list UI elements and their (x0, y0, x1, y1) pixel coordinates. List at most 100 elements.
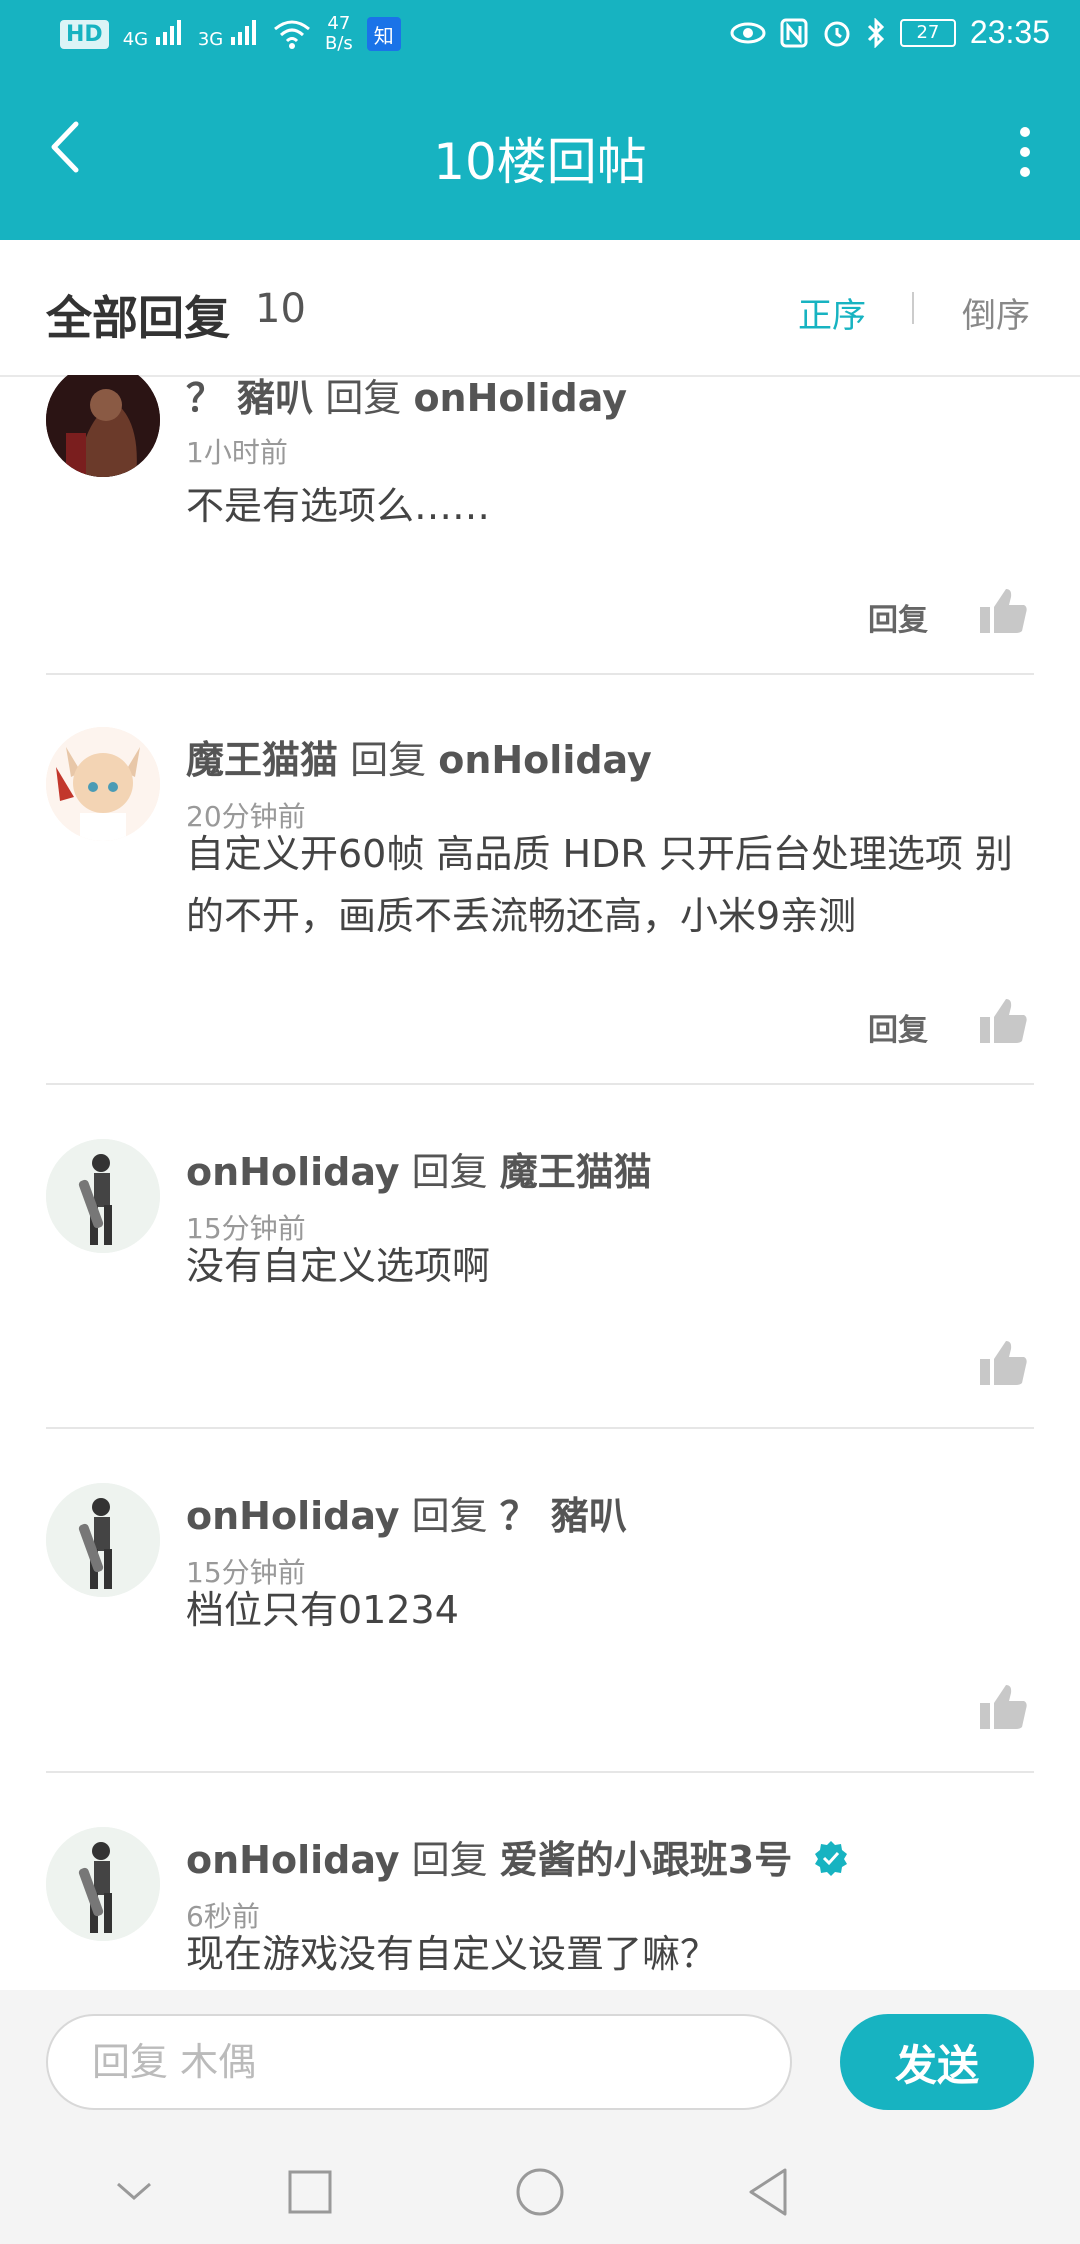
eye-comfort-icon (730, 22, 766, 43)
sort-descending-tab[interactable]: 倒序 (962, 288, 1030, 337)
header: 10楼回帖 (0, 72, 1080, 240)
nav-collapse-button[interactable] (102, 2162, 166, 2222)
wifi-icon (274, 20, 310, 49)
reply-button[interactable]: 回复 (868, 1005, 928, 1049)
status-bar: HD 4G 3G 47 B/s 知 27 23:35 (0, 0, 1080, 72)
reply-item: onHoliday 回复 ？ 豬叭 15分钟前 档位只有01234 (0, 1429, 1080, 1773)
avatar[interactable] (46, 375, 160, 477)
reply-target-username[interactable]: 爱酱的小跟班3号 (500, 1838, 792, 1882)
like-button[interactable] (978, 1337, 1030, 1389)
sort-ascending-tab[interactable]: 正序 (798, 288, 866, 337)
sort-divider (912, 292, 914, 324)
reply-count: 10 (255, 286, 306, 332)
network-4g-label: 4G (122, 29, 149, 50)
more-dot-icon (1020, 127, 1030, 137)
reply-content: 不是有选项么…… (186, 484, 491, 528)
reply-header: onHoliday 回复 魔王猫猫 (186, 1141, 652, 1196)
nav-back-button[interactable] (736, 2162, 800, 2222)
page-title: 10楼回帖 (433, 133, 647, 191)
send-button[interactable]: 发送 (840, 2014, 1034, 2110)
reply-target-username[interactable]: onHoliday (413, 376, 627, 420)
reply-verb: 回复 (411, 1150, 488, 1194)
reply-username[interactable]: onHoliday (186, 1494, 400, 1538)
battery-icon: 27 (899, 18, 956, 47)
status-left: HD 4G 3G 47 B/s 知 (60, 14, 401, 54)
nav-home-button[interactable] (508, 2162, 572, 2222)
reply-header: 魔王猫猫 回复 onHoliday (186, 729, 652, 784)
avatar-image-icon (46, 1483, 160, 1597)
reply-header: onHoliday 回复 ？ 豬叭 (186, 1485, 627, 1540)
avatar-image-icon (46, 375, 160, 477)
signal-bars-icon (155, 20, 181, 45)
speed-value: 47 (327, 13, 351, 34)
reply-username[interactable]: onHoliday (186, 1838, 400, 1882)
reply-header: onHoliday 回复 爱酱的小跟班3号 (186, 1829, 850, 1886)
reply-target-username[interactable]: ？ 豬叭 (500, 1494, 627, 1538)
reply-verb: 回复 (411, 1838, 488, 1882)
speed-unit: B/s (324, 33, 353, 54)
sort-bar: 全部回复 10 正序 倒序 (0, 240, 1080, 377)
avatar-image-icon (46, 727, 160, 841)
reply-verb: 回复 (350, 738, 427, 782)
thumbs-up-icon (980, 1341, 1027, 1385)
reply-input-bar: 发送 (0, 1990, 1080, 2140)
reply-item: 魔王猫猫 回复 onHoliday 20分钟前 自定义开60帧 高品质 HDR … (0, 675, 1080, 1085)
reply-content: 档位只有01234 (186, 1588, 459, 1632)
reply-list[interactable]: ？ 豬叭 回复 onHoliday 1小时前 不是有选项么…… 回复 魔王猫猫 … (0, 375, 1080, 1990)
chevron-down-icon (117, 2182, 151, 2200)
more-dot-icon (1020, 167, 1030, 177)
signal-3g-icon: 3G (198, 19, 259, 49)
app-root: HD 4G 3G 47 B/s 知 27 23:35 10楼回帖 全部回复 10… (0, 0, 1080, 2244)
avatar-image-icon (46, 1827, 160, 1941)
reply-target-username[interactable]: onHoliday (438, 738, 652, 782)
thumbs-up-icon (980, 1685, 1027, 1729)
avatar[interactable] (46, 1139, 160, 1253)
reply-content: 没有自定义选项啊 (186, 1244, 491, 1288)
reply-target-username[interactable]: 魔王猫猫 (500, 1150, 652, 1194)
status-right: 27 23:35 (730, 14, 1050, 51)
reply-username[interactable]: onHoliday (186, 1150, 400, 1194)
reply-item: onHoliday 回复 魔王猫猫 15分钟前 没有自定义选项啊 (0, 1085, 1080, 1429)
reply-button[interactable]: 回复 (868, 595, 928, 639)
like-button[interactable] (978, 585, 1030, 637)
nav-recents-button[interactable] (278, 2162, 342, 2222)
like-button[interactable] (978, 995, 1030, 1047)
reply-item: onHoliday 回复 爱酱的小跟班3号 6秒前 现在游戏没有自定义设置了嘛？ (0, 1773, 1080, 1990)
alarm-icon (824, 21, 850, 46)
reply-item: ？ 豬叭 回复 onHoliday 1小时前 不是有选项么…… 回复 (0, 375, 1080, 673)
reply-time: 1小时前 (186, 436, 288, 469)
reply-username[interactable]: ？ 豬叭 (186, 376, 313, 420)
avatar-image-icon (46, 1139, 160, 1253)
network-speed: 47 B/s (325, 14, 353, 54)
reply-username[interactable]: 魔王猫猫 (186, 738, 338, 782)
reply-verb: 回复 (325, 376, 402, 420)
signal-4g-icon: 4G (123, 19, 184, 49)
thumbs-up-icon (980, 589, 1027, 633)
signal-bars-icon (230, 20, 256, 45)
avatar[interactable] (46, 727, 160, 841)
reply-verb: 回复 (411, 1494, 488, 1538)
thumbs-up-icon (980, 999, 1027, 1043)
more-options-button[interactable] (1010, 117, 1040, 187)
all-replies-title: 全部回复 (46, 291, 230, 345)
network-3g-label: 3G (197, 29, 224, 50)
circle-icon (516, 2168, 564, 2216)
system-nav-bar (0, 2140, 1080, 2244)
reply-header: ？ 豬叭 回复 onHoliday (186, 375, 627, 422)
like-button[interactable] (978, 1681, 1030, 1733)
avatar[interactable] (46, 1827, 160, 1941)
top-bar: HD 4G 3G 47 B/s 知 27 23:35 10楼回帖 (0, 0, 1080, 240)
clock: 23:35 (969, 14, 1050, 50)
triangle-back-icon (749, 2168, 787, 2216)
avatar[interactable] (46, 1483, 160, 1597)
nfc-icon (780, 18, 808, 47)
reply-content: 现在游戏没有自定义设置了嘛？ (186, 1932, 719, 1976)
reply-input[interactable] (46, 2014, 792, 2110)
verified-badge-icon (812, 1839, 850, 1886)
reply-content: 自定义开60帧 高品质 HDR 只开后台处理选项 别的不开，画质不丢流畅还高，小… (186, 832, 1013, 938)
square-icon (288, 2170, 332, 2214)
zhihu-notification-icon: 知 (366, 17, 401, 51)
bluetooth-icon (867, 17, 885, 48)
hd-indicator: HD (60, 19, 109, 49)
more-dot-icon (1020, 147, 1030, 157)
